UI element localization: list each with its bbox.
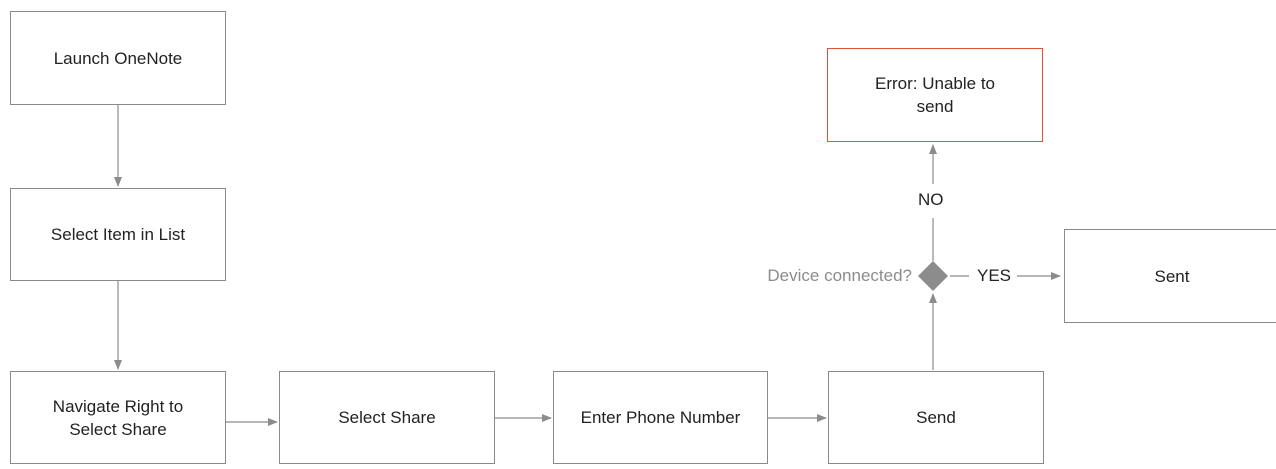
launch-onenote-box: Launch OneNote (10, 11, 226, 105)
send-box: Send (828, 371, 1044, 464)
decision-question: Device connected? (767, 266, 912, 285)
select-item-box: Select Item in List (10, 188, 226, 281)
launch-onenote-label: Launch OneNote (53, 48, 183, 68)
enter-phone-box: Enter Phone Number (553, 371, 768, 464)
send-label: Send (916, 408, 956, 427)
yes-label: YES (977, 266, 1012, 285)
enter-phone-label: Enter Phone Number (580, 408, 741, 427)
error-box: Error: Unable to send (827, 48, 1043, 142)
sent-label: Sent (1154, 266, 1190, 286)
select-share-label: Select Share (338, 408, 436, 427)
no-label: NO (918, 190, 944, 209)
select-item-label: Select Item in List (50, 225, 186, 244)
error-label: Error: Unable to send (875, 74, 995, 116)
navigate-right-label: Navigate Right to Select Share (52, 396, 184, 439)
flowchart: Launch OneNote Select Item in List Navig… (0, 0, 1276, 469)
sent-box: Sent (1064, 229, 1276, 323)
decision-diamond (918, 261, 948, 291)
navigate-right-box: Navigate Right to Select Share (10, 371, 226, 464)
select-share-box: Select Share (279, 371, 495, 464)
